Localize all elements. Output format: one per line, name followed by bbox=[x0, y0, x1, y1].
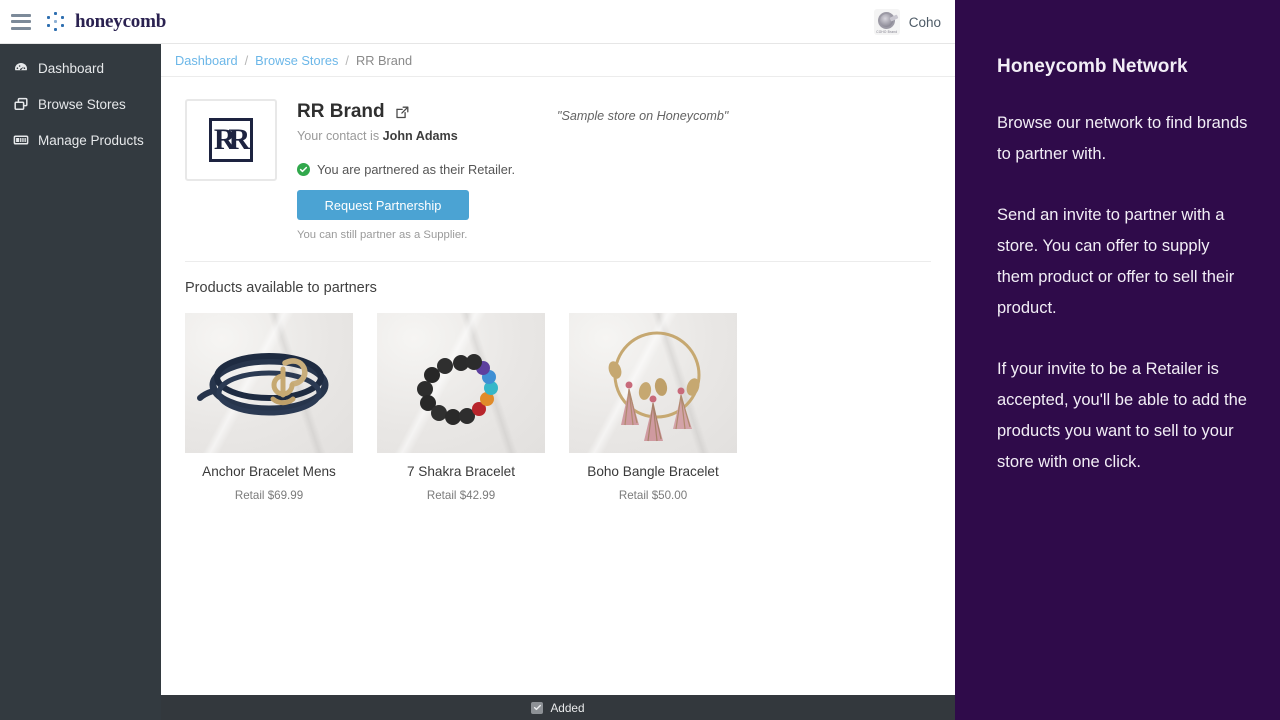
store-tagline: "Sample store on Honeycomb" bbox=[557, 109, 728, 123]
external-link-icon[interactable] bbox=[395, 105, 410, 120]
store-details: RR Brand Your conta bbox=[297, 99, 515, 241]
app-logo-text: honeycomb bbox=[75, 11, 166, 33]
added-product-toggle[interactable]: Added bbox=[161, 695, 955, 720]
dashboard-gauge-icon bbox=[13, 60, 29, 76]
app-logo[interactable]: honeycomb bbox=[45, 11, 166, 33]
product-card[interactable]: Added 7 Shakra Bracelet Retail $42.99 bbox=[377, 313, 545, 502]
sidebar-item-label: Manage Products bbox=[38, 133, 144, 148]
info-panel-title: Honeycomb Network bbox=[997, 56, 1248, 78]
user-name-label: Coho bbox=[909, 15, 941, 30]
request-partnership-subtext: You can still partner as a Supplier. bbox=[297, 229, 515, 241]
request-partnership-button[interactable]: Request Partnership bbox=[297, 190, 469, 220]
breadcrumb: Dashboard / Browse Stores / RR Brand bbox=[161, 44, 955, 77]
sidebar-item-label: Browse Stores bbox=[38, 97, 126, 112]
status-badge: You are partnered as their Retailer. bbox=[297, 162, 515, 177]
avatar[interactable]: COHO Brand bbox=[874, 9, 900, 35]
user-menu[interactable]: COHO Brand Coho bbox=[874, 0, 941, 44]
page-title: RR Brand bbox=[297, 101, 385, 123]
product-name: 7 Shakra Bracelet bbox=[377, 464, 545, 479]
store-contact-name: John Adams bbox=[383, 129, 458, 143]
product-name: Anchor Bracelet Mens bbox=[185, 464, 353, 479]
info-panel-paragraph: Browse our network to find brands to par… bbox=[997, 108, 1248, 170]
hamburger-icon[interactable] bbox=[11, 14, 31, 30]
product-card[interactable]: Added Boho Bangle Bracelet Retail $50.00 bbox=[569, 313, 737, 502]
store-contact-prefix: Your contact is bbox=[297, 129, 379, 143]
product-grid: Add product Anchor Bracelet Mens Retail … bbox=[185, 313, 931, 502]
top-bar: honeycomb COHO Brand Coho bbox=[0, 0, 955, 44]
sidebar: Dashboard Browse Stores bbox=[0, 44, 161, 720]
breadcrumb-item-browse-stores[interactable]: Browse Stores bbox=[255, 53, 338, 68]
products-section-title: Products available to partners bbox=[185, 280, 931, 296]
added-product-label: Added bbox=[550, 701, 584, 715]
info-panel-paragraph: If your invite to be a Retailer is accep… bbox=[997, 354, 1248, 478]
sidebar-item-label: Dashboard bbox=[38, 61, 104, 76]
breadcrumb-item-current: RR Brand bbox=[356, 53, 412, 68]
checkbox-checked-icon[interactable] bbox=[531, 702, 543, 714]
store-contact: Your contact is John Adams bbox=[297, 129, 515, 143]
product-image bbox=[185, 313, 353, 453]
sidebar-item-manage-products[interactable]: Manage Products bbox=[0, 122, 161, 158]
product-price: Retail $69.99 bbox=[185, 489, 353, 502]
boho-bangle-artwork bbox=[569, 313, 737, 453]
content-area: Dashboard / Browse Stores / RR Brand RR … bbox=[161, 44, 955, 720]
sidebar-item-dashboard[interactable]: Dashboard bbox=[0, 50, 161, 86]
product-image bbox=[569, 313, 737, 453]
info-panel: Honeycomb Network Browse our network to … bbox=[955, 0, 1280, 720]
breadcrumb-separator: / bbox=[245, 53, 249, 68]
store-header: RR RR Brand bbox=[185, 99, 931, 241]
check-circle-icon bbox=[297, 163, 310, 176]
avatar-image bbox=[878, 12, 895, 29]
product-card-icon bbox=[13, 132, 29, 148]
app-root: honeycomb COHO Brand Coho bbox=[0, 0, 1280, 720]
product-image bbox=[377, 313, 545, 453]
product-price: Retail $50.00 bbox=[569, 489, 737, 502]
product-card[interactable]: Add product Anchor Bracelet Mens Retail … bbox=[185, 313, 353, 502]
store-logo-monogram: RR bbox=[209, 118, 253, 162]
chakra-bracelet-artwork bbox=[377, 313, 545, 453]
breadcrumb-item-dashboard[interactable]: Dashboard bbox=[175, 53, 238, 68]
store-logo: RR bbox=[185, 99, 277, 181]
honeycomb-dots-icon bbox=[45, 11, 67, 33]
application-area: honeycomb COHO Brand Coho bbox=[0, 0, 955, 720]
product-price: Retail $42.99 bbox=[377, 489, 545, 502]
section-divider bbox=[185, 261, 931, 262]
breadcrumb-separator: / bbox=[345, 53, 349, 68]
clone-windows-icon bbox=[13, 96, 29, 112]
anchor-bracelet-artwork bbox=[185, 313, 353, 453]
status-text: You are partnered as their Retailer. bbox=[317, 162, 515, 177]
sidebar-item-browse-stores[interactable]: Browse Stores bbox=[0, 86, 161, 122]
store-panel: RR RR Brand bbox=[161, 77, 955, 502]
product-name: Boho Bangle Bracelet bbox=[569, 464, 737, 479]
avatar-caption: COHO Brand bbox=[874, 30, 900, 34]
info-panel-paragraph: Send an invite to partner with a store. … bbox=[997, 200, 1248, 324]
